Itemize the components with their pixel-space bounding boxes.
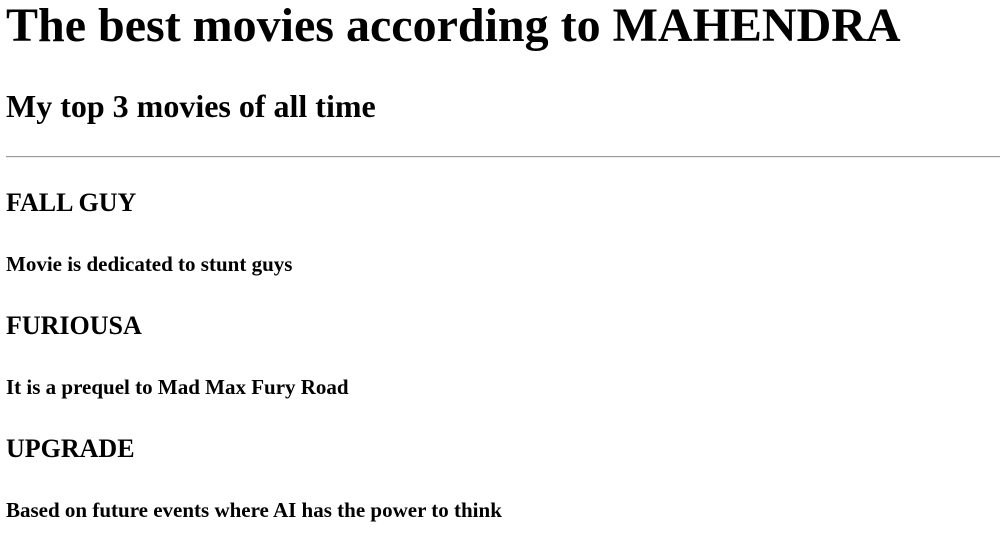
movie-description-fall-guy: Movie is dedicated to stunt guys xyxy=(6,252,293,276)
movie-description-furiousa: It is a prequel to Mad Max Fury Road xyxy=(6,375,349,399)
movie-description-upgrade: Based on future events where AI has the … xyxy=(6,498,502,522)
divider xyxy=(6,156,1000,158)
movie-title-furiousa: FURIOUSA xyxy=(6,311,142,340)
page-subtitle: My top 3 movies of all time xyxy=(6,88,376,124)
page-title: The best movies according to MAHENDRA xyxy=(6,0,901,52)
movie-title-upgrade: UPGRADE xyxy=(6,434,135,463)
page: The best movies according to MAHENDRA My… xyxy=(0,0,1000,544)
movie-title-fall-guy: FALL GUY xyxy=(6,188,137,217)
